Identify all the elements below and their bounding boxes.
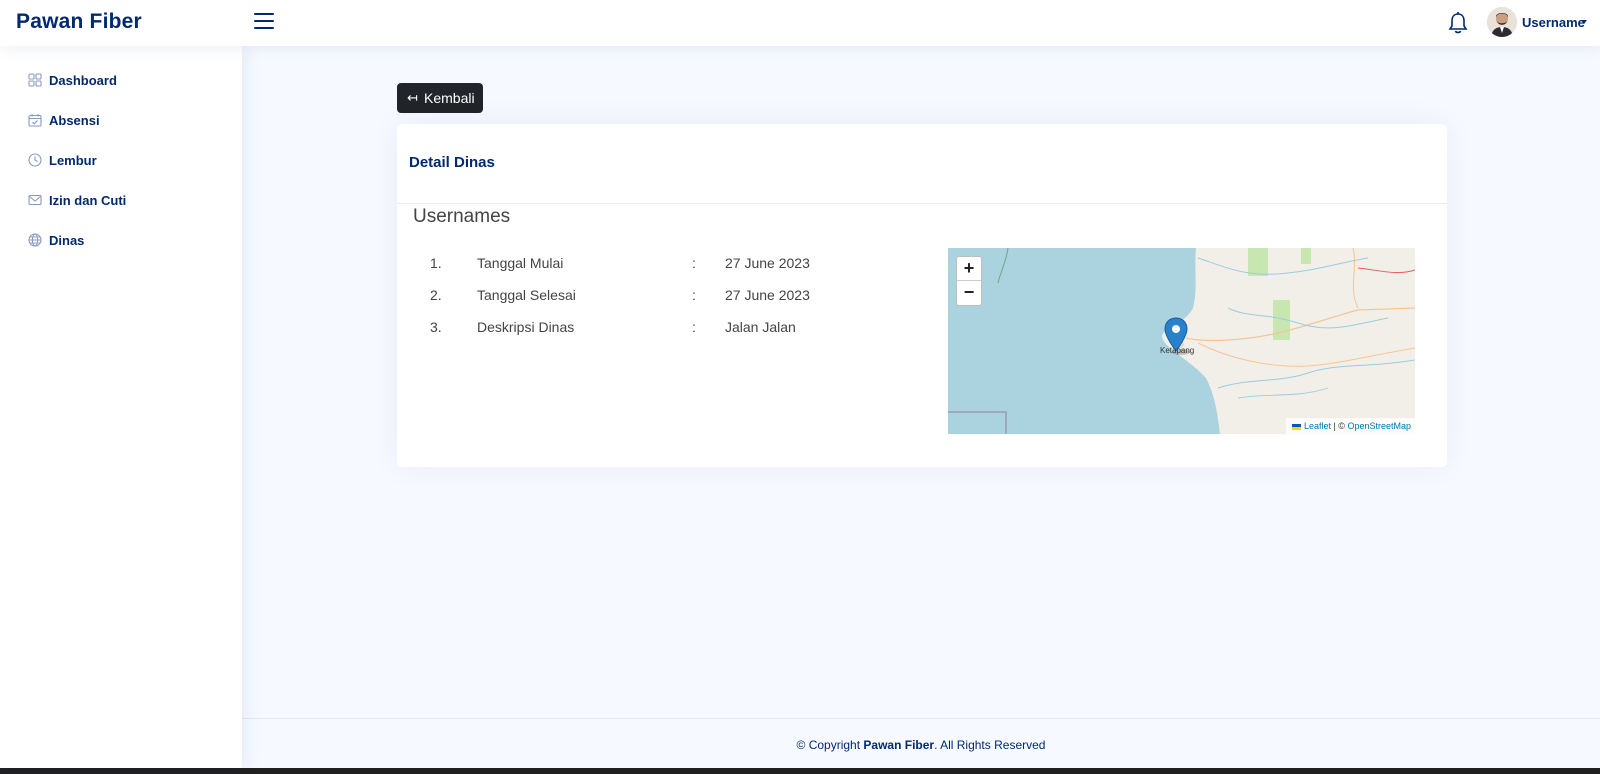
sidebar-item-label: Dinas bbox=[49, 233, 85, 248]
top-header: Pawan Fiber Username bbox=[0, 0, 1600, 46]
detail-row: 3. Deskripsi Dinas : Jalan Jalan bbox=[397, 317, 917, 339]
attribution-separator: | © bbox=[1330, 421, 1348, 431]
zoom-control: + − bbox=[956, 256, 982, 306]
sidebar-item-izin-dan-cuti[interactable]: Izin dan Cuti bbox=[0, 183, 242, 219]
leaflet-link[interactable]: Leaflet bbox=[1304, 421, 1331, 431]
row-separator: : bbox=[692, 287, 696, 303]
copyright-text: © Copyright Pawan Fiber. All Rights Rese… bbox=[242, 738, 1600, 752]
location-map[interactable]: + − Ketapang Leaflet | © OpenStreetMap bbox=[948, 248, 1415, 434]
detail-row: 1. Tanggal Mulai : 27 June 2023 bbox=[397, 253, 917, 275]
divider bbox=[397, 203, 1447, 204]
sidebar: Dashboard Absensi Lembur Izin dan Cuti D… bbox=[0, 46, 242, 768]
sidebar-item-dinas[interactable]: Dinas bbox=[0, 223, 242, 259]
row-key: Deskripsi Dinas bbox=[477, 319, 575, 335]
row-value: 27 June 2023 bbox=[725, 287, 810, 303]
osm-link[interactable]: OpenStreetMap bbox=[1347, 421, 1411, 431]
row-separator: : bbox=[692, 319, 696, 335]
caret-down-icon[interactable] bbox=[1581, 20, 1587, 24]
bell-icon[interactable] bbox=[1447, 11, 1469, 35]
sidebar-item-absensi[interactable]: Absensi bbox=[0, 103, 242, 139]
back-button[interactable]: ↤ Kembali bbox=[397, 83, 483, 113]
row-value: Jalan Jalan bbox=[725, 319, 796, 335]
sidebar-item-label: Lembur bbox=[49, 153, 97, 168]
globe-icon bbox=[28, 233, 42, 247]
ukraine-flag-icon bbox=[1292, 423, 1302, 430]
row-number: 3. bbox=[430, 319, 442, 335]
sidebar-item-label: Izin dan Cuti bbox=[49, 193, 127, 208]
card-title: Detail Dinas bbox=[409, 154, 495, 171]
row-key: Tanggal Selesai bbox=[477, 287, 576, 303]
row-number: 1. bbox=[430, 255, 442, 271]
back-arrow-icon: ↤ bbox=[407, 90, 418, 105]
sidebar-item-dashboard[interactable]: Dashboard bbox=[0, 63, 242, 99]
zoom-out-button[interactable]: − bbox=[957, 281, 981, 305]
row-value: 27 June 2023 bbox=[725, 255, 810, 271]
copyright-suffix: . All Rights Reserved bbox=[934, 738, 1046, 752]
detail-row: 2. Tanggal Selesai : 27 June 2023 bbox=[397, 285, 917, 307]
map-attribution: Leaflet | © OpenStreetMap bbox=[1286, 418, 1415, 434]
detail-card: Detail Dinas Usernames 1. Tanggal Mulai … bbox=[397, 124, 1447, 467]
sidebar-item-lembur[interactable]: Lembur bbox=[0, 143, 242, 179]
user-name[interactable]: Username bbox=[1522, 15, 1585, 30]
row-number: 2. bbox=[430, 287, 442, 303]
copyright-prefix: © Copyright bbox=[796, 738, 864, 752]
row-separator: : bbox=[692, 255, 696, 271]
map-place-label: Ketapang bbox=[1160, 346, 1195, 355]
avatar[interactable] bbox=[1487, 7, 1517, 37]
calendar-check-icon bbox=[28, 114, 42, 127]
zoom-in-button[interactable]: + bbox=[957, 257, 981, 281]
clock-icon bbox=[28, 153, 42, 167]
back-button-label: Kembali bbox=[424, 90, 475, 106]
grid-icon bbox=[28, 73, 42, 87]
taskbar-strip bbox=[0, 768, 1600, 774]
copyright-brand: Pawan Fiber bbox=[863, 738, 935, 752]
menu-icon[interactable] bbox=[254, 13, 274, 31]
row-key: Tanggal Mulai bbox=[477, 255, 564, 271]
user-heading: Usernames bbox=[413, 206, 511, 227]
sidebar-item-label: Absensi bbox=[49, 113, 100, 128]
footer: © Copyright Pawan Fiber. All Rights Rese… bbox=[242, 718, 1600, 768]
sidebar-item-label: Dashboard bbox=[49, 73, 117, 88]
envelope-icon bbox=[28, 194, 42, 206]
brand-logo[interactable]: Pawan Fiber bbox=[16, 10, 142, 34]
